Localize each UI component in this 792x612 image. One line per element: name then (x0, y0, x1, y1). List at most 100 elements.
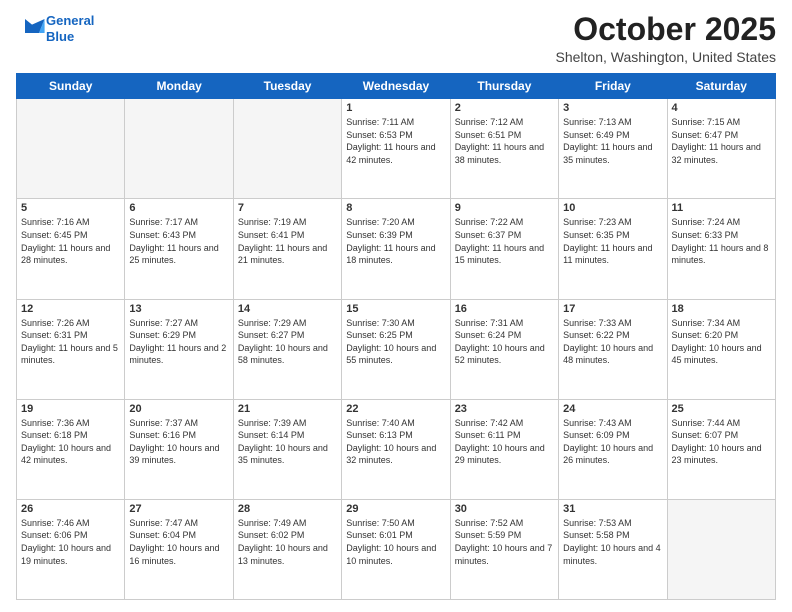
day-info: Sunrise: 7:50 AMSunset: 6:01 PMDaylight:… (346, 517, 445, 567)
table-row: 3 Sunrise: 7:13 AMSunset: 6:49 PMDaylight… (559, 99, 667, 199)
day-info: Sunrise: 7:44 AMSunset: 6:07 PMDaylight:… (672, 417, 771, 467)
logo-line1: General (46, 13, 94, 28)
day-number: 3 (563, 102, 662, 114)
day-info: Sunrise: 7:16 AMSunset: 6:45 PMDaylight:… (21, 216, 120, 266)
month-title: October 2025 (556, 12, 777, 47)
table-row: 5 Sunrise: 7:16 AMSunset: 6:45 PMDaylight… (17, 199, 125, 299)
day-number: 21 (238, 403, 337, 415)
col-friday: Friday (559, 74, 667, 99)
page: General Blue October 2025 Shelton, Washi… (0, 0, 792, 612)
day-info: Sunrise: 7:53 AMSunset: 5:58 PMDaylight:… (563, 517, 662, 567)
day-number: 31 (563, 503, 662, 515)
calendar-week-row: 5 Sunrise: 7:16 AMSunset: 6:45 PMDaylight… (17, 199, 776, 299)
day-info: Sunrise: 7:12 AMSunset: 6:51 PMDaylight:… (455, 116, 554, 166)
table-row: 2 Sunrise: 7:12 AMSunset: 6:51 PMDaylight… (450, 99, 558, 199)
table-row: 24Sunrise: 7:43 AMSunset: 6:09 PMDayligh… (559, 399, 667, 499)
day-number: 2 (455, 102, 554, 114)
location-subtitle: Shelton, Washington, United States (556, 49, 777, 65)
day-number: 29 (346, 503, 445, 515)
logo-text: General Blue (46, 13, 94, 44)
logo-icon (18, 12, 46, 40)
day-info: Sunrise: 7:37 AMSunset: 6:16 PMDaylight:… (129, 417, 228, 467)
day-number: 8 (346, 202, 445, 214)
table-row: 16 Sunrise: 7:31 AMSunset: 6:24 PMDayligh… (450, 299, 558, 399)
table-row: 8Sunrise: 7:20 AMSunset: 6:39 PMDaylight… (342, 199, 450, 299)
table-row: 10 Sunrise: 7:23 AMSunset: 6:35 PMDayligh… (559, 199, 667, 299)
table-row (17, 99, 125, 199)
table-row: 17Sunrise: 7:33 AMSunset: 6:22 PMDayligh… (559, 299, 667, 399)
table-row: 11Sunrise: 7:24 AMSunset: 6:33 PMDayligh… (667, 199, 775, 299)
day-number: 11 (672, 202, 771, 214)
logo-line2: Blue (46, 29, 74, 44)
table-row: 28Sunrise: 7:49 AMSunset: 6:02 PMDayligh… (233, 499, 341, 599)
table-row: 4 Sunrise: 7:15 AMSunset: 6:47 PMDaylight… (667, 99, 775, 199)
calendar-week-row: 19Sunrise: 7:36 AMSunset: 6:18 PMDayligh… (17, 399, 776, 499)
day-info: Sunrise: 7:11 AMSunset: 6:53 PMDaylight:… (346, 116, 445, 166)
day-info: Sunrise: 7:30 AMSunset: 6:25 PMDaylight:… (346, 317, 445, 367)
table-row: 19Sunrise: 7:36 AMSunset: 6:18 PMDayligh… (17, 399, 125, 499)
day-number: 25 (672, 403, 771, 415)
day-info: Sunrise: 7:29 AMSunset: 6:27 PMDaylight:… (238, 317, 337, 367)
table-row: 21 Sunrise: 7:39 AMSunset: 6:14 PMDayligh… (233, 399, 341, 499)
day-number: 26 (21, 503, 120, 515)
day-number: 24 (563, 403, 662, 415)
table-row: 25 Sunrise: 7:44 AMSunset: 6:07 PMDayligh… (667, 399, 775, 499)
day-number: 10 (563, 202, 662, 214)
day-number: 15 (346, 303, 445, 315)
day-info: Sunrise: 7:46 AMSunset: 6:06 PMDaylight:… (21, 517, 120, 567)
table-row (125, 99, 233, 199)
logo: General Blue (16, 12, 94, 45)
table-row (233, 99, 341, 199)
table-row: 6Sunrise: 7:17 AMSunset: 6:43 PMDaylight… (125, 199, 233, 299)
table-row: 14 Sunrise: 7:29 AMSunset: 6:27 PMDayligh… (233, 299, 341, 399)
day-number: 13 (129, 303, 228, 315)
day-number: 9 (455, 202, 554, 214)
day-info: Sunrise: 7:23 AMSunset: 6:35 PMDaylight:… (563, 216, 662, 266)
table-row: 12 Sunrise: 7:26 AMSunset: 6:31 PMDayligh… (17, 299, 125, 399)
table-row: 23 Sunrise: 7:42 AMSunset: 6:11 PMDayligh… (450, 399, 558, 499)
col-tuesday: Tuesday (233, 74, 341, 99)
table-row: 18Sunrise: 7:34 AMSunset: 6:20 PMDayligh… (667, 299, 775, 399)
table-row: 9 Sunrise: 7:22 AMSunset: 6:37 PMDaylight… (450, 199, 558, 299)
day-info: Sunrise: 7:42 AMSunset: 6:11 PMDaylight:… (455, 417, 554, 467)
table-row (667, 499, 775, 599)
table-row: 20 Sunrise: 7:37 AMSunset: 6:16 PMDayligh… (125, 399, 233, 499)
table-row: 27Sunrise: 7:47 AMSunset: 6:04 PMDayligh… (125, 499, 233, 599)
table-row: 29 Sunrise: 7:50 AMSunset: 6:01 PMDayligh… (342, 499, 450, 599)
calendar-week-row: 1 Sunrise: 7:11 AMSunset: 6:53 PMDaylight… (17, 99, 776, 199)
calendar-week-row: 12 Sunrise: 7:26 AMSunset: 6:31 PMDayligh… (17, 299, 776, 399)
day-info: Sunrise: 7:26 AMSunset: 6:31 PMDaylight:… (21, 317, 120, 367)
day-number: 22 (346, 403, 445, 415)
day-number: 1 (346, 102, 445, 114)
col-monday: Monday (125, 74, 233, 99)
table-row: 30Sunrise: 7:52 AMSunset: 5:59 PMDayligh… (450, 499, 558, 599)
day-number: 4 (672, 102, 771, 114)
day-number: 17 (563, 303, 662, 315)
day-number: 30 (455, 503, 554, 515)
day-info: Sunrise: 7:49 AMSunset: 6:02 PMDaylight:… (238, 517, 337, 567)
day-number: 23 (455, 403, 554, 415)
table-row: 13 Sunrise: 7:27 AMSunset: 6:29 PMDayligh… (125, 299, 233, 399)
calendar-table: Sunday Monday Tuesday Wednesday Thursday… (16, 73, 776, 600)
day-info: Sunrise: 7:47 AMSunset: 6:04 PMDaylight:… (129, 517, 228, 567)
col-saturday: Saturday (667, 74, 775, 99)
day-info: Sunrise: 7:15 AMSunset: 6:47 PMDaylight:… (672, 116, 771, 166)
day-number: 6 (129, 202, 228, 214)
day-info: Sunrise: 7:22 AMSunset: 6:37 PMDaylight:… (455, 216, 554, 266)
day-info: Sunrise: 7:13 AMSunset: 6:49 PMDaylight:… (563, 116, 662, 166)
day-info: Sunrise: 7:39 AMSunset: 6:14 PMDaylight:… (238, 417, 337, 467)
day-number: 20 (129, 403, 228, 415)
day-number: 5 (21, 202, 120, 214)
day-info: Sunrise: 7:31 AMSunset: 6:24 PMDaylight:… (455, 317, 554, 367)
day-info: Sunrise: 7:40 AMSunset: 6:13 PMDaylight:… (346, 417, 445, 467)
calendar-week-row: 26 Sunrise: 7:46 AMSunset: 6:06 PMDayligh… (17, 499, 776, 599)
day-info: Sunrise: 7:19 AMSunset: 6:41 PMDaylight:… (238, 216, 337, 266)
day-number: 14 (238, 303, 337, 315)
day-number: 12 (21, 303, 120, 315)
day-number: 16 (455, 303, 554, 315)
table-row: 1 Sunrise: 7:11 AMSunset: 6:53 PMDaylight… (342, 99, 450, 199)
header: General Blue October 2025 Shelton, Washi… (16, 12, 776, 65)
col-sunday: Sunday (17, 74, 125, 99)
day-info: Sunrise: 7:27 AMSunset: 6:29 PMDaylight:… (129, 317, 228, 367)
table-row: 22 Sunrise: 7:40 AMSunset: 6:13 PMDayligh… (342, 399, 450, 499)
